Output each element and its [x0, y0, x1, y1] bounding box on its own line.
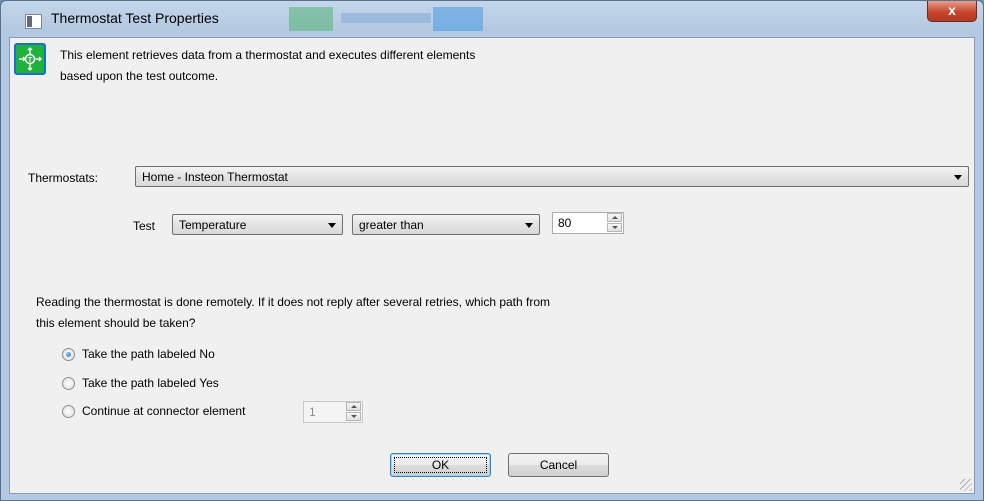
stepper-up-button[interactable]: [346, 402, 361, 411]
connector-value: 1: [309, 405, 316, 419]
aero-background-decor: [261, 7, 501, 31]
radio-label: Take the path labeled Yes: [82, 376, 219, 390]
timeout-text-line-1: Reading the thermostat is done remotely.…: [36, 295, 551, 309]
test-value: 80: [558, 216, 572, 230]
test-property-dropdown[interactable]: Temperature: [172, 214, 343, 235]
close-button[interactable]: x: [927, 1, 977, 22]
cancel-button-label: Cancel: [539, 458, 578, 472]
radio-label: Continue at connector element: [82, 404, 246, 418]
radio-button[interactable]: [62, 377, 75, 390]
test-property-selected: Temperature: [179, 218, 247, 232]
resize-grip[interactable]: [960, 479, 972, 491]
dialog-window: Thermostat Test Properties x T This elem…: [0, 0, 984, 501]
test-label: Test: [133, 219, 156, 233]
radio-label: Take the path labeled No: [82, 347, 215, 361]
description-line-1: This element retrieves data from a therm…: [60, 48, 476, 62]
chevron-down-icon: [954, 175, 962, 180]
title-bar[interactable]: Thermostat Test Properties x: [1, 1, 983, 37]
test-comparison-dropdown[interactable]: greater than: [352, 214, 540, 235]
svg-text:T: T: [28, 57, 33, 64]
timeout-text-line-2: this element should be taken?: [36, 316, 196, 330]
thermostats-selected: Home - Insteon Thermostat: [142, 170, 288, 184]
connector-element-stepper[interactable]: 1: [303, 401, 363, 423]
window-icon[interactable]: [25, 14, 42, 29]
thermostats-label: Thermostats:: [28, 171, 99, 185]
timeout-explanation: Reading the thermostat is done remotely.…: [36, 292, 550, 334]
radio-button[interactable]: [62, 348, 75, 361]
test-comparison-selected: greater than: [359, 218, 424, 232]
test-value-stepper[interactable]: 80: [552, 212, 624, 234]
stepper-down-button[interactable]: [346, 412, 361, 421]
element-description: This element retrieves data from a therm…: [60, 45, 475, 87]
thermostats-dropdown[interactable]: Home - Insteon Thermostat: [135, 166, 969, 187]
stepper-down-button[interactable]: [607, 223, 622, 232]
cancel-button[interactable]: Cancel: [508, 453, 609, 477]
ok-button[interactable]: OK: [390, 453, 491, 477]
chevron-down-icon: [525, 223, 533, 228]
window-title: Thermostat Test Properties: [51, 10, 219, 26]
stepper-up-button[interactable]: [607, 213, 622, 222]
chevron-down-icon: [328, 223, 336, 228]
thermostat-element-icon: T: [14, 43, 46, 75]
dialog-body: T This element retrieves data from a the…: [9, 37, 975, 494]
description-line-2: based upon the test outcome.: [60, 69, 219, 83]
focus-rectangle: [394, 457, 487, 473]
radio-button[interactable]: [62, 405, 75, 418]
